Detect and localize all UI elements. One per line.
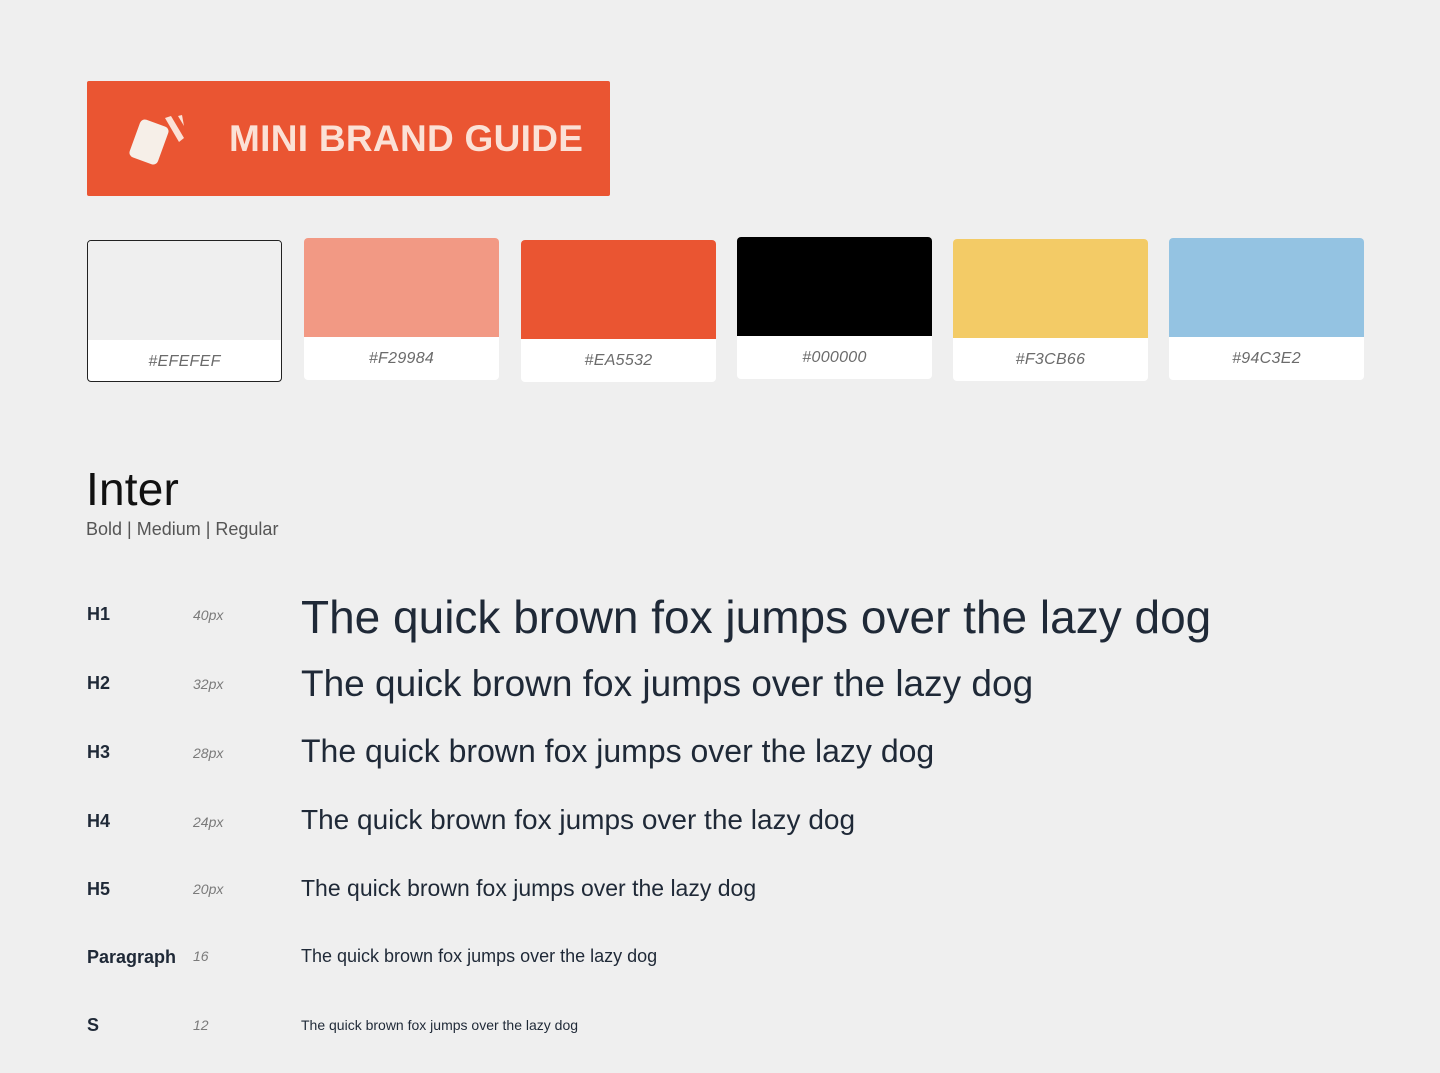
swatch-hex-label: #000000: [802, 348, 867, 366]
swatch-color: [521, 240, 716, 339]
brand-guide-title: MINI BRAND GUIDE: [229, 118, 584, 159]
type-sample: The quick brown fox jumps over the lazy …: [301, 663, 1034, 704]
swatch-f3cb66: #F3CB66: [953, 239, 1148, 381]
type-sample: The quick brown fox jumps over the lazy …: [301, 1017, 579, 1033]
type-size: 12: [193, 1017, 209, 1033]
swatch-color: [737, 237, 932, 336]
type-size: 32px: [193, 676, 224, 692]
swatch-color: [304, 238, 499, 337]
type-tag: H4: [87, 811, 111, 831]
type-tag: H5: [87, 879, 111, 899]
type-size: 40px: [193, 607, 224, 623]
type-sample: The quick brown fox jumps over the lazy …: [301, 733, 935, 769]
type-sample: The quick brown fox jumps over the lazy …: [301, 591, 1212, 643]
swatch-ea5532: #EA5532: [521, 240, 716, 382]
swatch-000000: #000000: [737, 237, 932, 379]
swatch-color: [88, 241, 281, 340]
swatch-efefef: #EFEFEF: [87, 240, 282, 382]
cards-logo-icon: [129, 115, 184, 165]
swatch-hex-label: #F3CB66: [1015, 350, 1086, 368]
swatch-hex-label: #EA5532: [584, 351, 653, 369]
type-size: 16: [193, 948, 209, 964]
swatch-color: [1169, 238, 1364, 337]
swatch-94c3e2: #94C3E2: [1169, 238, 1364, 380]
type-tag: S: [87, 1015, 100, 1035]
swatch-color: [953, 239, 1148, 338]
font-weights-list: Bold | Medium | Regular: [86, 519, 279, 539]
type-tag: H1: [87, 604, 111, 624]
type-size: 24px: [193, 814, 224, 830]
swatch-hex-label: #F29984: [368, 349, 435, 367]
type-sample: The quick brown fox jumps over the lazy …: [301, 946, 658, 966]
type-sample: The quick brown fox jumps over the lazy …: [301, 875, 757, 901]
font-family-name: Inter: [86, 463, 180, 515]
type-tag: H2: [87, 673, 111, 693]
type-size: 28px: [193, 745, 224, 761]
type-size: 20px: [193, 881, 224, 897]
swatch-hex-label: #94C3E2: [1232, 349, 1301, 367]
type-tag: H3: [87, 742, 111, 762]
swatch-hex-label: #EFEFEF: [148, 352, 221, 370]
type-sample: The quick brown fox jumps over the lazy …: [301, 804, 856, 835]
type-tag: Paragraph: [87, 947, 177, 967]
swatch-f29984: #F29984: [304, 238, 499, 380]
